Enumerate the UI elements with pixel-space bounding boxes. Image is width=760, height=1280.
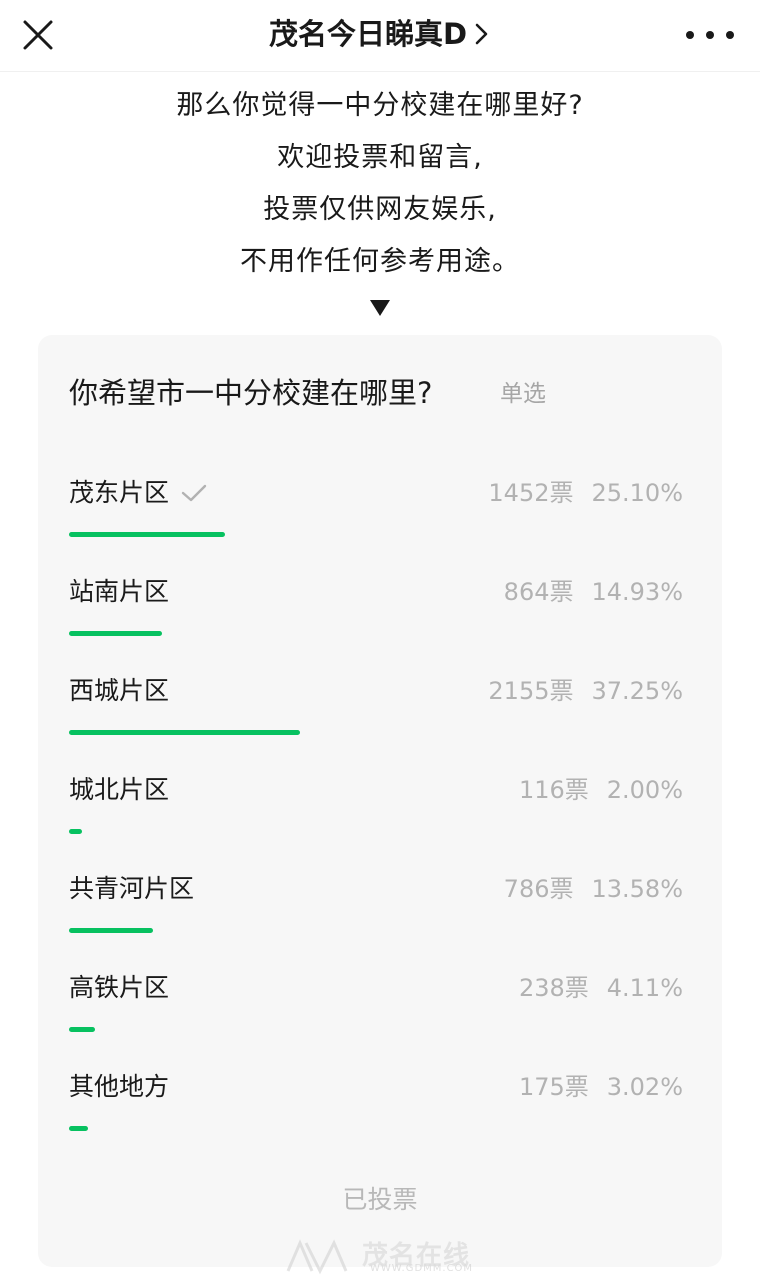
poll-option-progress-bar [69, 730, 300, 735]
poll-option[interactable]: 其他地方 175票 3.02% [69, 1070, 689, 1150]
poll-option[interactable]: 高铁片区 238票 4.11% [69, 971, 689, 1051]
poll-option-stats: 864票 14.93% [504, 575, 683, 609]
poll-option-label: 站南片区 [69, 575, 169, 609]
poll-option-stats: 786票 13.58% [504, 872, 683, 906]
poll-option-label-text: 高铁片区 [69, 973, 170, 1002]
voted-status: 已投票 [342, 1185, 418, 1214]
poll-option-votes: 116票 [518, 776, 589, 804]
account-title[interactable]: 茂名今日睇真D [0, 16, 760, 52]
poll-option-percent: 2.00% [606, 776, 683, 804]
poll-option-progress-bar [69, 829, 82, 834]
poll-option-label-text: 其他地方 [69, 1072, 170, 1101]
poll-option-label: 城北片区 [69, 773, 169, 807]
watermark-url: WWW.GDMM.COM [370, 1263, 474, 1274]
poll-option[interactable]: 共青河片区 786票 13.58% [69, 872, 689, 952]
intro-line: 那么你觉得一中分校建在哪里好? [176, 90, 584, 121]
page-title: 茂名今日睇真D [268, 17, 468, 51]
poll-option-percent: 25.10% [591, 479, 683, 507]
poll-option-percent: 3.02% [606, 1073, 683, 1101]
poll-option-stats: 116票 2.00% [519, 773, 683, 807]
poll-option-votes: 238票 [518, 974, 589, 1002]
poll-option-stats: 1452票 25.10% [488, 476, 683, 510]
watermark-logo-icon [286, 1239, 348, 1275]
poll-option[interactable]: 西城片区 2155票 37.25% [69, 674, 689, 754]
poll-option-label: 其他地方 [69, 1070, 169, 1104]
poll-option-progress-bar [69, 532, 225, 537]
more-button[interactable] [686, 22, 734, 48]
poll-option-stats: 238票 4.11% [519, 971, 683, 1005]
poll-option-progress-bar [69, 1027, 95, 1032]
intro-line: 投票仅供网友娱乐, [263, 194, 497, 225]
checkmark-icon [181, 484, 207, 502]
poll-option-label: 西城片区 [69, 674, 169, 708]
poll-option-votes: 786票 [503, 875, 574, 903]
poll-option-label: 共青河片区 [69, 872, 194, 906]
intro-line: 不用作任何参考用途。 [240, 246, 520, 277]
poll-option[interactable]: 站南片区 864票 14.93% [69, 575, 689, 655]
poll-option-percent: 4.11% [606, 974, 683, 1002]
poll-option-progress-bar [69, 631, 162, 636]
poll-option-label-text: 站南片区 [69, 577, 170, 606]
poll-option-votes: 1452票 [488, 479, 574, 507]
poll-type-badge: 单选 [500, 381, 546, 407]
down-arrow-icon [370, 300, 390, 316]
chevron-right-icon [475, 23, 488, 45]
poll-option-percent: 13.58% [591, 875, 683, 903]
intro-line: 欢迎投票和留言, [277, 142, 483, 173]
poll-option-label: 高铁片区 [69, 971, 169, 1005]
poll-option-label-text: 茂东片区 [69, 478, 170, 507]
poll-option-votes: 2155票 [488, 677, 574, 705]
poll-option-progress-bar [69, 928, 153, 933]
poll-option-votes: 175票 [518, 1073, 589, 1101]
poll-option-percent: 37.25% [591, 677, 683, 705]
poll-option-votes: 864票 [503, 578, 574, 606]
poll-option[interactable]: 茂东片区 1452票 25.10% [69, 476, 689, 556]
poll-option-stats: 2155票 37.25% [488, 674, 683, 708]
poll-option-percent: 14.93% [591, 578, 683, 606]
poll-option-label-text: 共青河片区 [69, 874, 195, 903]
poll-option-label-text: 西城片区 [69, 676, 170, 705]
poll-option-stats: 175票 3.02% [519, 1070, 683, 1104]
poll-option-label: 茂东片区 [69, 476, 207, 510]
intro-text: 那么你觉得一中分校建在哪里好? 欢迎投票和留言, 投票仅供网友娱乐, 不用作任何… [0, 80, 760, 288]
watermark: 茂名在线 WWW.GDMM.COM [280, 1233, 490, 1277]
poll-question: 你希望市一中分校建在哪里? [69, 376, 433, 410]
top-bar: 茂名今日睇真D [0, 0, 760, 72]
poll-option-progress-bar [69, 1126, 88, 1131]
poll-card: 你希望市一中分校建在哪里? 单选 茂东片区 1452票 25.10% 站南片区 864票… [38, 335, 722, 1267]
poll-option-label-text: 城北片区 [69, 775, 170, 804]
poll-option[interactable]: 城北片区 116票 2.00% [69, 773, 689, 853]
more-icon [686, 31, 694, 39]
